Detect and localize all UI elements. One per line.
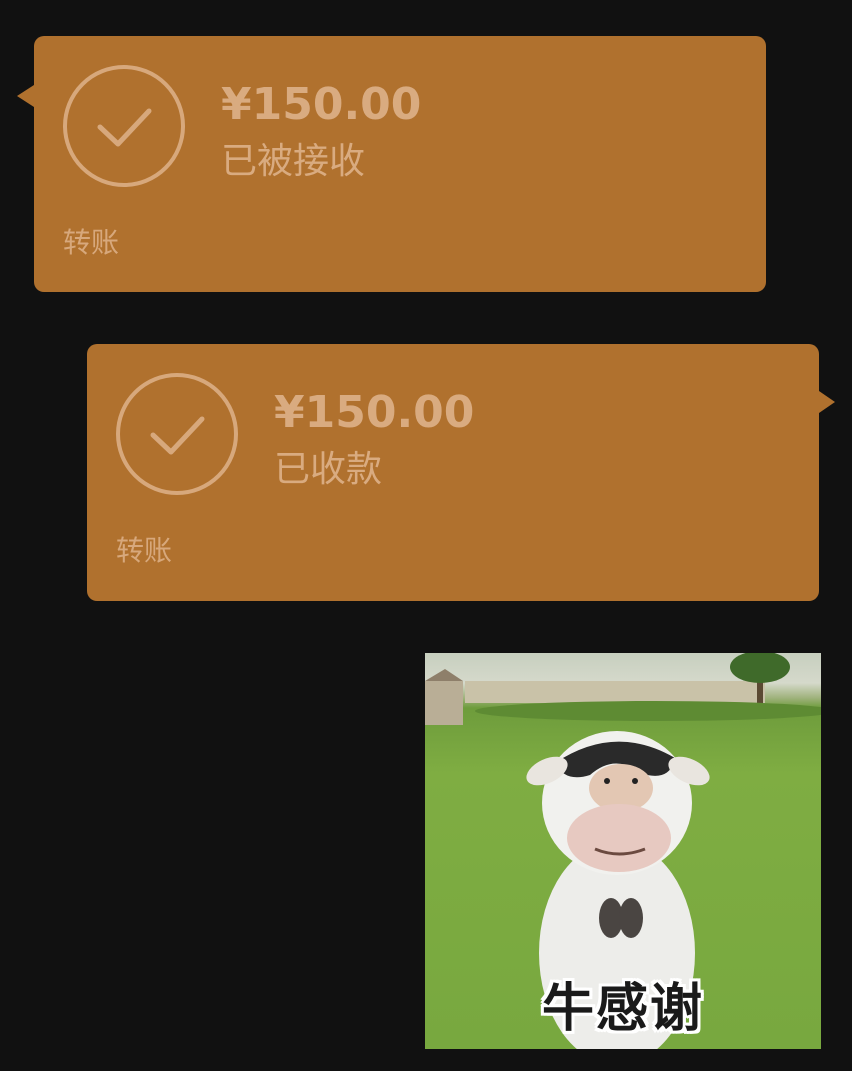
transfer-amount: ¥150.00 (221, 79, 422, 130)
sticker-caption: 牛感谢 (541, 979, 704, 1039)
check-circle-icon (116, 373, 238, 495)
bubble-tail (819, 391, 835, 413)
transfer-message-sent[interactable]: ¥150.00 已收款 转账 (87, 344, 835, 601)
transfer-amount: ¥150.00 (274, 387, 475, 438)
transfer-status: 已被接收 (221, 141, 366, 182)
cow-sticker-image[interactable]: 牛感谢 (425, 653, 821, 1049)
bubble-tail (17, 85, 34, 107)
check-circle-icon (63, 65, 185, 187)
transfer-message-received[interactable]: ¥150.00 已被接收 转账 (17, 36, 766, 292)
transfer-label: 转账 (63, 226, 120, 259)
transfer-label: 转账 (116, 534, 173, 567)
transfer-status: 已收款 (274, 449, 383, 490)
